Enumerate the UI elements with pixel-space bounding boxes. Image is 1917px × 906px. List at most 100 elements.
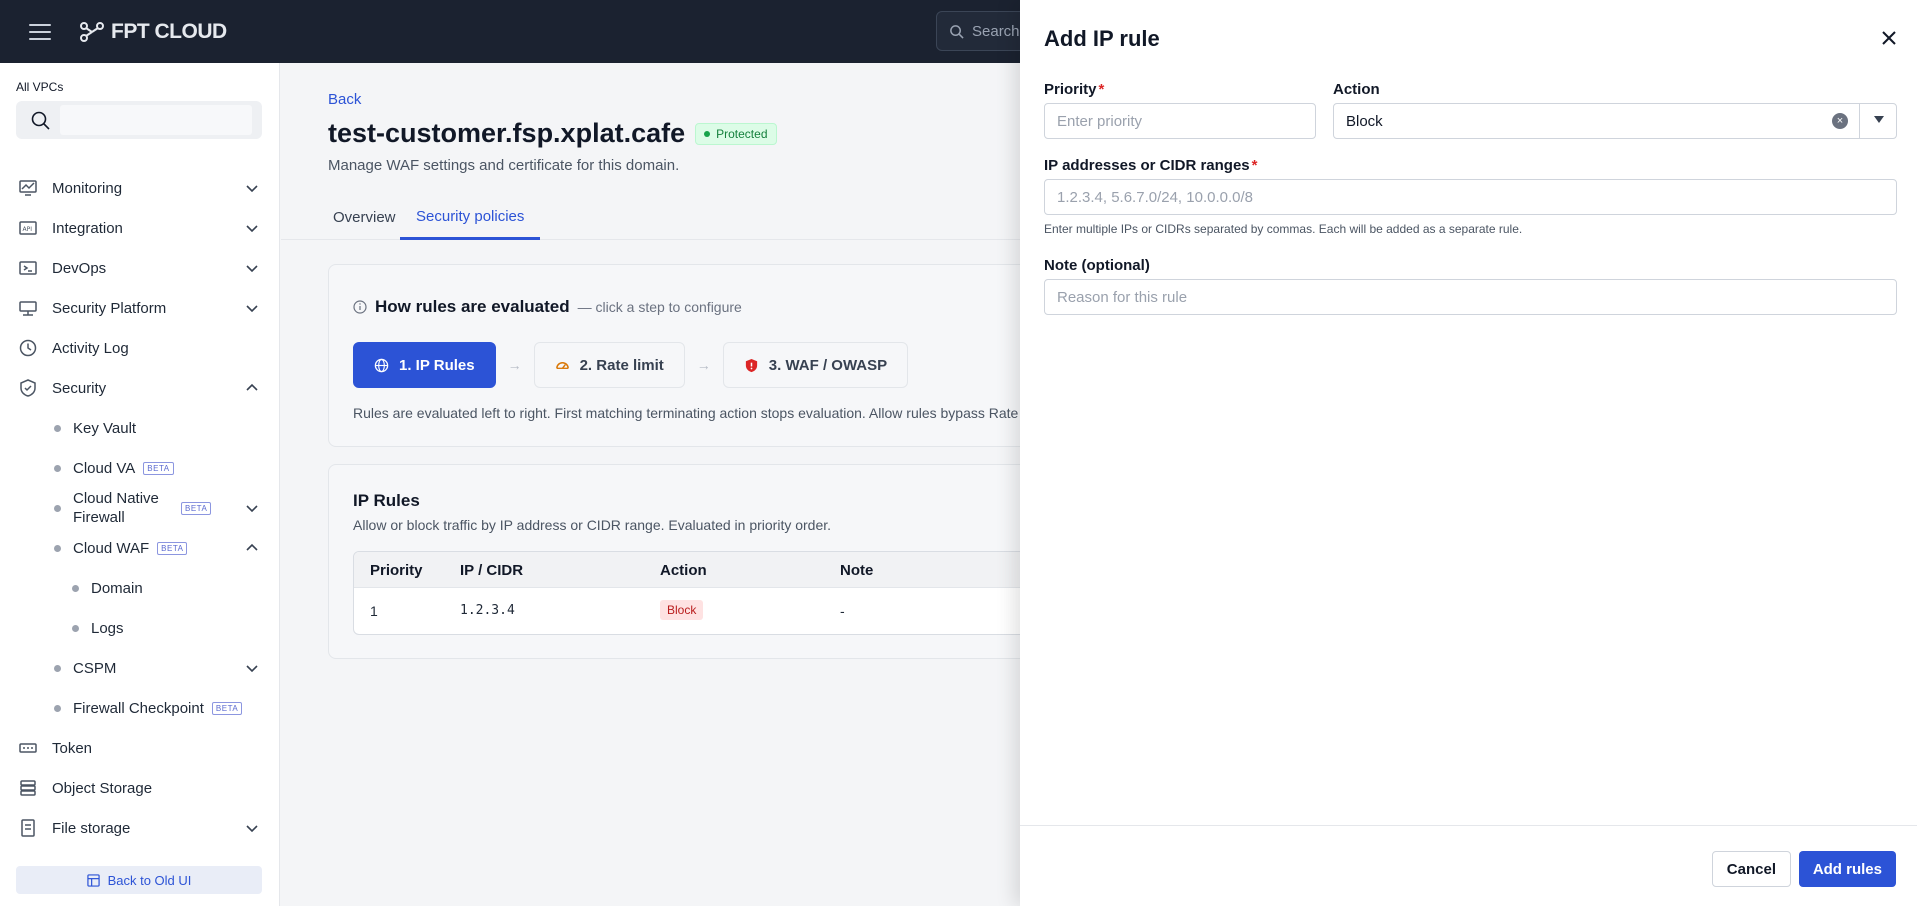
- priority-input[interactable]: [1057, 112, 1315, 130]
- sidebar-item-firewall-checkpoint[interactable]: Firewall Checkpoint BETA: [0, 688, 280, 728]
- logo[interactable]: FPT CLOUD: [79, 20, 227, 44]
- chevron-down-icon[interactable]: [244, 300, 260, 316]
- beta-badge: BETA: [211, 701, 243, 715]
- bullet-dot: [54, 464, 61, 472]
- token-icon: [18, 738, 38, 758]
- chevron-up-icon[interactable]: [244, 540, 260, 556]
- sidebar-item-label: Cloud WAF: [73, 539, 150, 557]
- bullet-dot: [54, 544, 61, 552]
- clock-icon: [18, 338, 38, 358]
- sidebar-item-label: CSPM: [73, 659, 117, 677]
- sidebar-item-object-storage[interactable]: Object Storage: [0, 768, 280, 808]
- select-divider: [1859, 104, 1860, 138]
- sidebar-item-activity-log[interactable]: Activity Log: [0, 328, 280, 368]
- vpc-label: All VPCs: [16, 80, 64, 94]
- cell-note: -: [840, 603, 845, 619]
- sidebar-item-file-storage[interactable]: File storage: [0, 808, 280, 848]
- sidebar-item-label: Monitoring: [52, 179, 123, 197]
- ip-field[interactable]: [1044, 179, 1897, 215]
- sidebar-item-domain[interactable]: Domain: [0, 568, 280, 608]
- sidebar-item-key-vault[interactable]: Key Vault: [0, 408, 280, 448]
- bullet-dot: [72, 624, 79, 632]
- cancel-button[interactable]: Cancel: [1711, 851, 1791, 887]
- chevron-down-icon[interactable]: [244, 220, 260, 236]
- back-to-old-ui-button[interactable]: Back to Old UI: [16, 866, 262, 894]
- priority-field[interactable]: [1044, 103, 1316, 139]
- action-badge: Block: [660, 600, 704, 620]
- chevron-down-icon[interactable]: [244, 660, 260, 676]
- menu-icon[interactable]: [29, 23, 51, 40]
- sidebar-item-label: Logs: [91, 619, 124, 637]
- sidebar-item-logs[interactable]: Logs: [0, 608, 280, 648]
- step-ip-rules[interactable]: 1. IP Rules: [353, 342, 496, 388]
- close-icon[interactable]: [1877, 26, 1901, 50]
- step-rate-limit[interactable]: 2. Rate limit: [533, 342, 685, 388]
- search-icon: [31, 111, 50, 130]
- sidebar: All VPCs Monitoring API Integration DevO…: [0, 63, 280, 906]
- sidebar-item-label: Cloud VA: [73, 459, 136, 477]
- status-dot: [704, 130, 711, 137]
- api-icon: API: [18, 218, 38, 238]
- cell-priority: 1: [370, 603, 378, 619]
- shield-icon: [18, 378, 38, 398]
- sidebar-item-label: Cloud Native Firewall: [73, 490, 159, 526]
- sidebar-item-monitoring[interactable]: Monitoring: [0, 168, 280, 208]
- logo-text: FPT CLOUD: [111, 19, 227, 43]
- column-header-note: Note: [840, 562, 874, 579]
- storage-icon: [18, 778, 38, 798]
- chevron-down-icon[interactable]: [244, 260, 260, 276]
- chevron-up-icon[interactable]: [244, 380, 260, 396]
- beta-badge: BETA: [181, 501, 212, 515]
- global-search-placeholder: Search: [972, 22, 1020, 40]
- action-select[interactable]: Block ×: [1333, 103, 1897, 139]
- sidebar-item-cloud-waf[interactable]: Cloud WAF BETA: [0, 528, 280, 568]
- chevron-down-icon[interactable]: [244, 820, 260, 836]
- back-link[interactable]: Back: [328, 91, 361, 108]
- ip-label: IP addresses or CIDR ranges *: [1044, 157, 1258, 174]
- shield-alert-icon: [745, 358, 757, 372]
- chevron-down-icon[interactable]: [244, 500, 260, 516]
- sidebar-item-cloud-va[interactable]: Cloud VA BETA: [0, 448, 280, 488]
- required-mark: *: [1098, 81, 1105, 98]
- evaluation-title: How rules are evaluated — click a step t…: [353, 297, 742, 317]
- chevron-down-icon[interactable]: [244, 180, 260, 196]
- caret-down-icon[interactable]: [1874, 116, 1884, 123]
- sidebar-item-label: Key Vault: [73, 419, 137, 437]
- ip-rules-subtitle: Allow or block traffic by IP address or …: [353, 517, 832, 533]
- required-mark: *: [1251, 157, 1258, 174]
- sidebar-item-cloud-native-firewall[interactable]: Cloud Native Firewall BETA: [0, 488, 280, 528]
- note-input[interactable]: [1057, 288, 1896, 306]
- back-to-old-ui-label: Back to Old UI: [107, 872, 192, 888]
- arrow-right-icon: →: [507, 357, 522, 373]
- sidebar-item-label: Token: [52, 739, 93, 757]
- network-icon: [18, 298, 38, 318]
- evaluation-heading: How rules are evaluated: [375, 297, 570, 316]
- sidebar-item-integration[interactable]: API Integration: [0, 208, 280, 248]
- tab-security-policies[interactable]: Security policies: [400, 195, 541, 240]
- sidebar-item-security-platform[interactable]: Security Platform: [0, 288, 280, 328]
- add-rules-button[interactable]: Add rules: [1798, 851, 1896, 887]
- vpc-search[interactable]: [16, 101, 262, 139]
- page-title: test-customer.fsp.xplat.cafe Protected: [328, 118, 777, 149]
- cell-ip: 1.2.3.4: [460, 603, 515, 618]
- gauge-icon: [555, 361, 569, 369]
- devops-icon: [18, 258, 38, 278]
- clear-icon[interactable]: ×: [1832, 113, 1848, 129]
- sidebar-item-devops[interactable]: DevOps: [0, 248, 280, 288]
- action-value: Block: [1346, 112, 1383, 130]
- tab-overview[interactable]: Overview: [317, 195, 412, 240]
- sidebar-item-token[interactable]: Token: [0, 728, 280, 768]
- note-field[interactable]: [1044, 279, 1897, 315]
- sidebar-item-label: Security: [52, 379, 107, 397]
- ip-input[interactable]: [1057, 188, 1896, 206]
- step-waf-owasp[interactable]: 3. WAF / OWASP: [722, 342, 909, 388]
- sidebar-item-cspm[interactable]: CSPM: [0, 648, 280, 688]
- drawer-title: Add IP rule: [1044, 26, 1160, 51]
- bullet-dot: [54, 664, 61, 672]
- sidebar-item-security[interactable]: Security: [0, 368, 280, 408]
- layout-icon: [86, 873, 100, 887]
- status-badge: Protected: [695, 122, 777, 145]
- search-icon: [950, 24, 964, 39]
- vpc-search-input[interactable]: [60, 105, 252, 135]
- info-icon: [353, 300, 367, 314]
